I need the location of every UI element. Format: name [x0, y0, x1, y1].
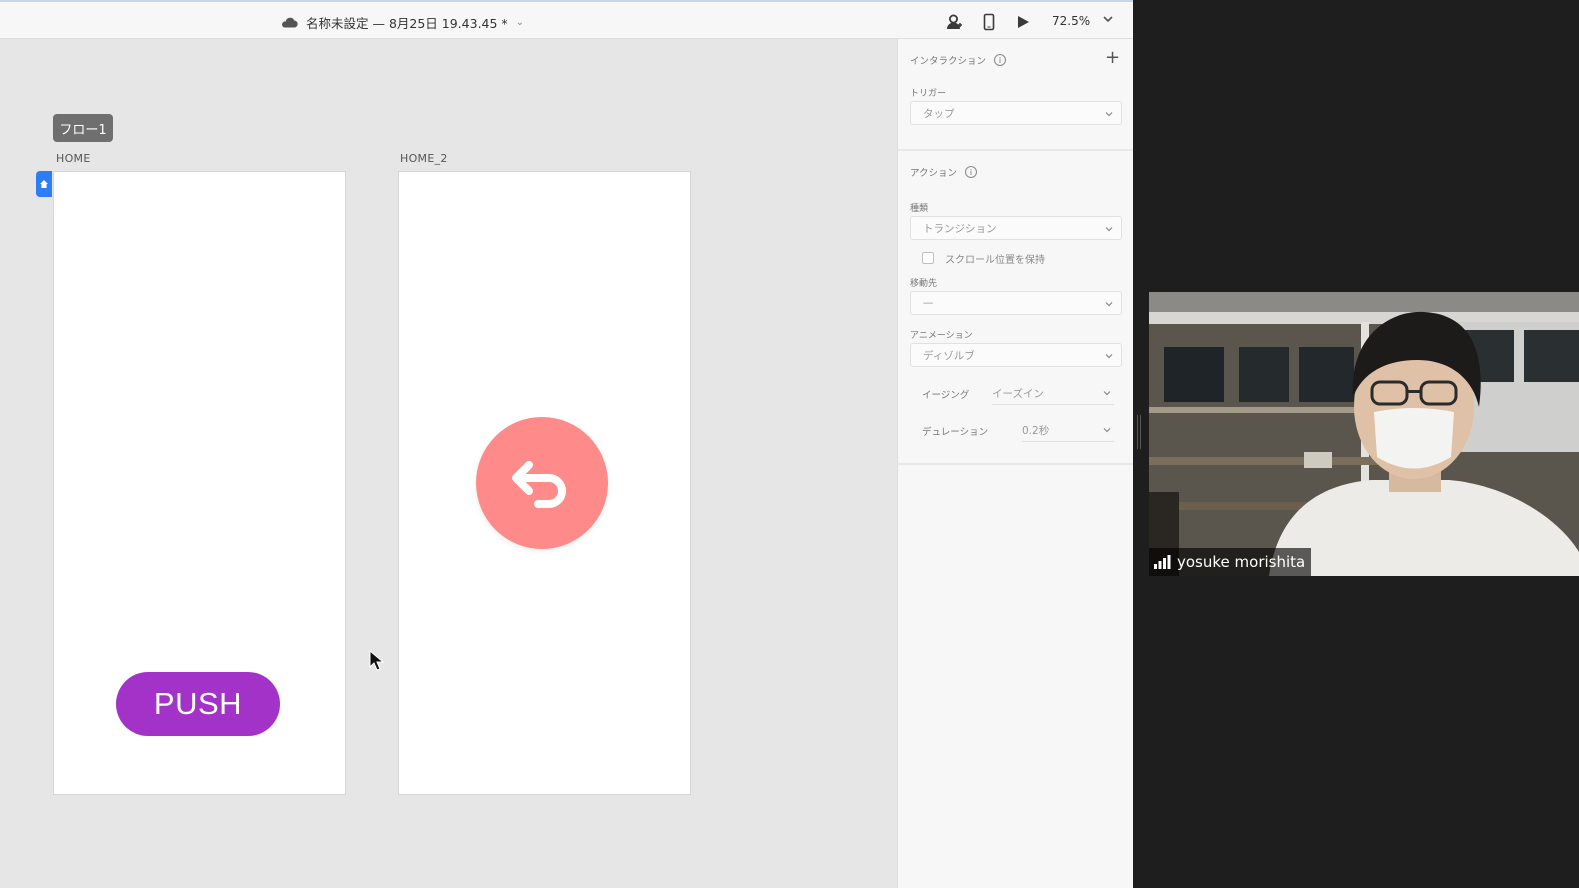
chevron-down-icon — [1105, 112, 1113, 117]
back-button[interactable] — [476, 417, 608, 549]
screen: 名称未設定 — 8月25日 19.43.45 * ⌄ 72.5% フロー1 HO… — [0, 0, 1579, 888]
type-value: トランジション — [923, 222, 997, 235]
duration-underline — [1022, 441, 1114, 442]
document-title-area[interactable]: 名称未設定 — 8月25日 19.43.45 * ⌄ — [280, 13, 524, 31]
section-divider — [898, 149, 1133, 151]
undo-arrow-icon — [512, 461, 566, 508]
chevron-down-icon — [1105, 354, 1113, 359]
share-user-icon[interactable] — [945, 13, 963, 31]
chevron-down-icon — [1105, 227, 1113, 232]
zoom-chevron-down-icon[interactable] — [1101, 12, 1115, 26]
chevron-down-icon[interactable] — [1102, 388, 1112, 398]
destination-label: 移動先 — [910, 279, 938, 289]
action-section-title: アクション i — [910, 165, 978, 179]
type-label: 種類 — [910, 204, 929, 214]
participant-video[interactable]: yosuke morishita — [1149, 292, 1579, 576]
animation-label: アニメーション — [910, 331, 973, 341]
info-icon[interactable]: i — [965, 166, 978, 178]
keep-scroll-checkbox[interactable] — [922, 252, 934, 264]
info-icon[interactable]: i — [994, 54, 1007, 66]
chevron-down-icon — [1105, 302, 1113, 307]
xd-app-window: 名称未設定 — 8月25日 19.43.45 * ⌄ 72.5% フロー1 HO… — [0, 0, 1133, 888]
easing-underline — [992, 404, 1114, 405]
home-icon — [40, 180, 48, 188]
animation-select[interactable]: ディゾルブ — [910, 343, 1122, 367]
cloud-icon — [282, 17, 298, 28]
top-bar: 名称未設定 — 8月25日 19.43.45 * ⌄ 72.5% — [0, 0, 1133, 39]
interaction-title: インタラクション — [910, 56, 987, 67]
duration-select[interactable]: 0.2秒 — [1022, 423, 1049, 438]
split-resize-handle[interactable] — [1137, 415, 1141, 449]
destination-value: — — [923, 297, 934, 309]
signal-strength-icon — [1154, 555, 1171, 569]
artboard-label-home-2[interactable]: HOME_2 — [400, 152, 448, 165]
interaction-section-title: インタラクション i — [910, 53, 1007, 67]
duration-label: デュレーション — [922, 427, 989, 438]
add-interaction-icon[interactable]: + — [1105, 49, 1120, 67]
chevron-down-icon: ⌄ — [515, 16, 525, 28]
type-select[interactable]: トランジション — [910, 216, 1122, 240]
artboard-home[interactable]: PUSH — [53, 171, 346, 795]
animation-value: ディゾルブ — [923, 349, 975, 362]
home-flag-icon[interactable] — [36, 171, 52, 197]
push-button[interactable]: PUSH — [116, 672, 280, 736]
device-preview-icon[interactable] — [980, 13, 998, 31]
design-canvas[interactable]: フロー1 HOME HOME_2 PUSH — [0, 39, 897, 888]
easing-select[interactable]: イーズイン — [992, 386, 1044, 401]
chevron-down-icon[interactable] — [1102, 425, 1112, 435]
action-title: アクション — [910, 168, 958, 179]
keep-scroll-label[interactable]: スクロール位置を保持 — [945, 251, 1045, 266]
participant-name: yosuke morishita — [1177, 553, 1306, 571]
section-divider — [898, 463, 1133, 465]
destination-select[interactable]: — — [910, 291, 1122, 315]
participant-name-tag: yosuke morishita — [1149, 548, 1312, 576]
artboard-home-2[interactable] — [398, 171, 691, 795]
play-icon[interactable] — [1014, 13, 1032, 31]
trigger-label: トリガー — [910, 89, 947, 99]
mouse-cursor-icon — [369, 650, 385, 671]
interaction-inspector: インタラクション i + トリガー タップ アクション i 種類 トランジション… — [897, 39, 1133, 888]
video-frame-image — [1149, 292, 1579, 576]
zoom-level[interactable]: 72.5% — [1052, 14, 1090, 28]
trigger-select[interactable]: タップ — [910, 101, 1122, 125]
easing-label: イージング — [922, 390, 970, 401]
trigger-value: タップ — [923, 107, 955, 120]
document-title: 名称未設定 — 8月25日 19.43.45 * — [306, 15, 508, 31]
flow-badge[interactable]: フロー1 — [53, 114, 113, 142]
artboard-label-home[interactable]: HOME — [56, 152, 91, 165]
